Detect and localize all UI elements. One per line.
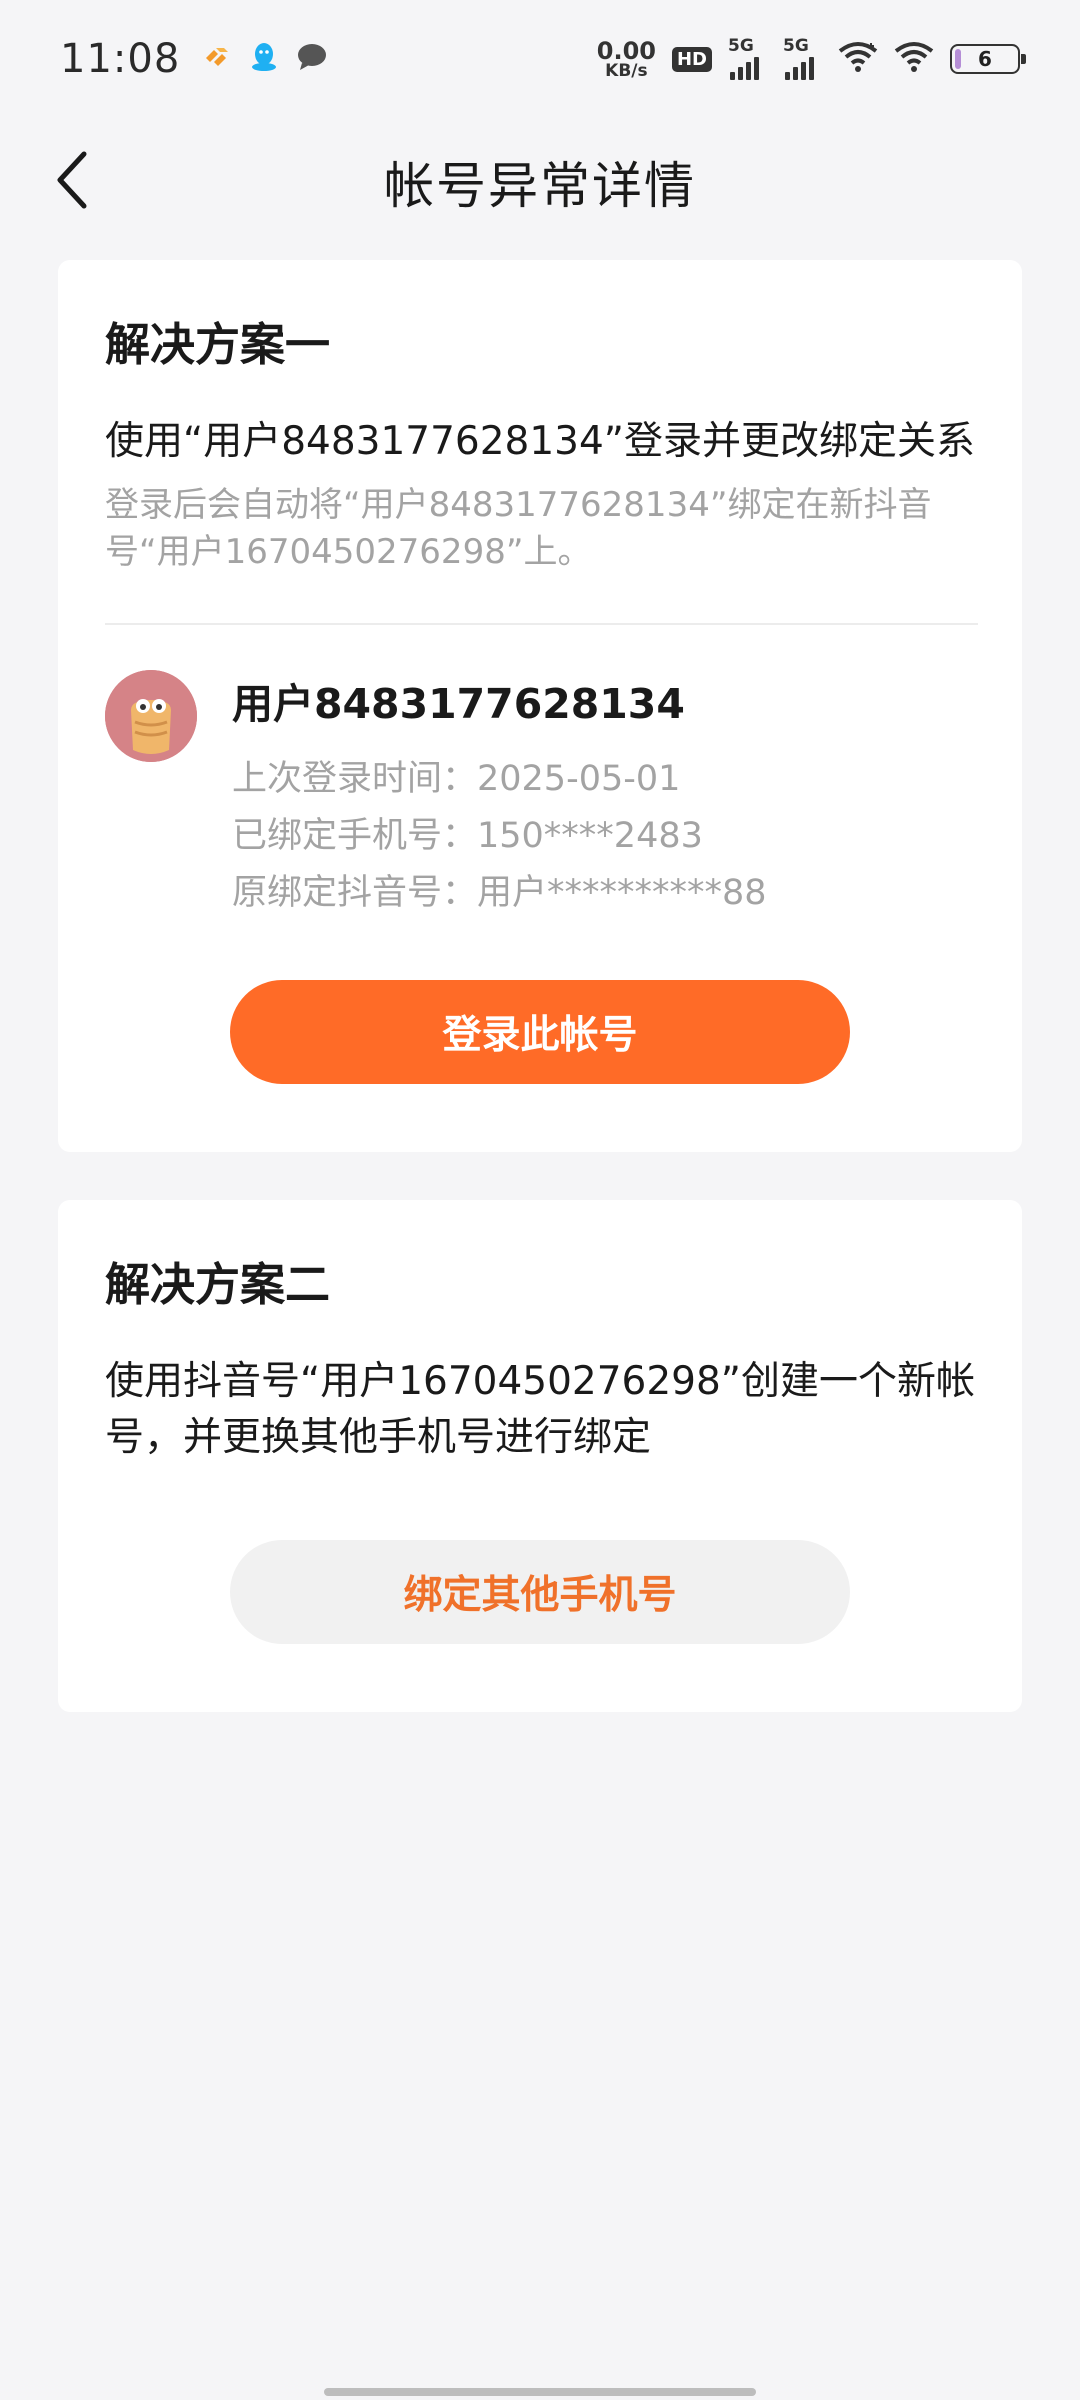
signal-icon-sim2: 5G — [783, 36, 814, 80]
chevron-left-icon — [54, 150, 90, 214]
home-indicator[interactable] — [324, 2388, 756, 2396]
solution-one-description: 使用“用户8483177628134”登录并更改绑定关系 — [105, 419, 975, 464]
signal-icon-sim1: 5G — [728, 36, 759, 80]
app-notification-icon — [202, 42, 232, 76]
battery-icon: 6 — [950, 44, 1026, 74]
back-button[interactable] — [32, 142, 112, 222]
original-douyin-account: 原绑定抖音号：用户**********88 — [232, 873, 767, 913]
status-bar: 11:08 0.00 KB/s HD 5G 5G 6 — [0, 0, 1080, 118]
solution-two-description: 使用抖音号“用户1670450276298”创建一个新帐号，并更换其他手机号进行… — [105, 1359, 975, 1460]
login-this-account-button[interactable]: 登录此帐号 — [230, 980, 850, 1084]
sim2-network-label: 5G — [783, 36, 809, 56]
account-name: 用户8483177628134 — [232, 680, 685, 728]
net-speed: 0.00 KB/s — [597, 39, 656, 80]
net-speed-unit: KB/s — [605, 60, 648, 81]
solution-one-title: 解决方案一 — [105, 318, 331, 371]
bind-other-phone-button[interactable]: 绑定其他手机号 — [230, 1540, 850, 1644]
system-status-icons: 0.00 KB/s HD 5G 5G 6 — [597, 36, 1026, 80]
solution-two-title: 解决方案二 — [105, 1258, 331, 1311]
solution-one-note: 登录后会自动将“用户8483177628134”绑定在新抖音号“用户167045… — [105, 485, 932, 572]
wifi-icon-2 — [894, 41, 934, 77]
net-speed-value: 0.00 — [596, 36, 656, 65]
avatar — [105, 670, 197, 762]
nav-header: 帐号异常详情 — [0, 118, 1080, 246]
sim1-network-label: 5G — [728, 36, 754, 56]
divider — [105, 623, 978, 625]
page-title: 帐号异常详情 — [384, 157, 696, 215]
last-login-time: 上次登录时间：2025-05-01 — [232, 759, 681, 799]
wifi-icon — [838, 41, 878, 77]
status-time: 11:08 — [60, 36, 181, 82]
solution-two-card: 解决方案二 使用抖音号“用户1670450276298”创建一个新帐号，并更换其… — [58, 1200, 1022, 1712]
qq-icon — [250, 41, 278, 77]
notification-icons — [202, 41, 328, 77]
message-icon — [296, 42, 328, 76]
hd-icon: HD — [671, 46, 712, 72]
bound-phone: 已绑定手机号：150****2483 — [232, 816, 703, 856]
solution-one-card: 解决方案一 使用“用户8483177628134”登录并更改绑定关系 登录后会自… — [58, 260, 1022, 1152]
battery-level: 6 — [978, 47, 992, 71]
